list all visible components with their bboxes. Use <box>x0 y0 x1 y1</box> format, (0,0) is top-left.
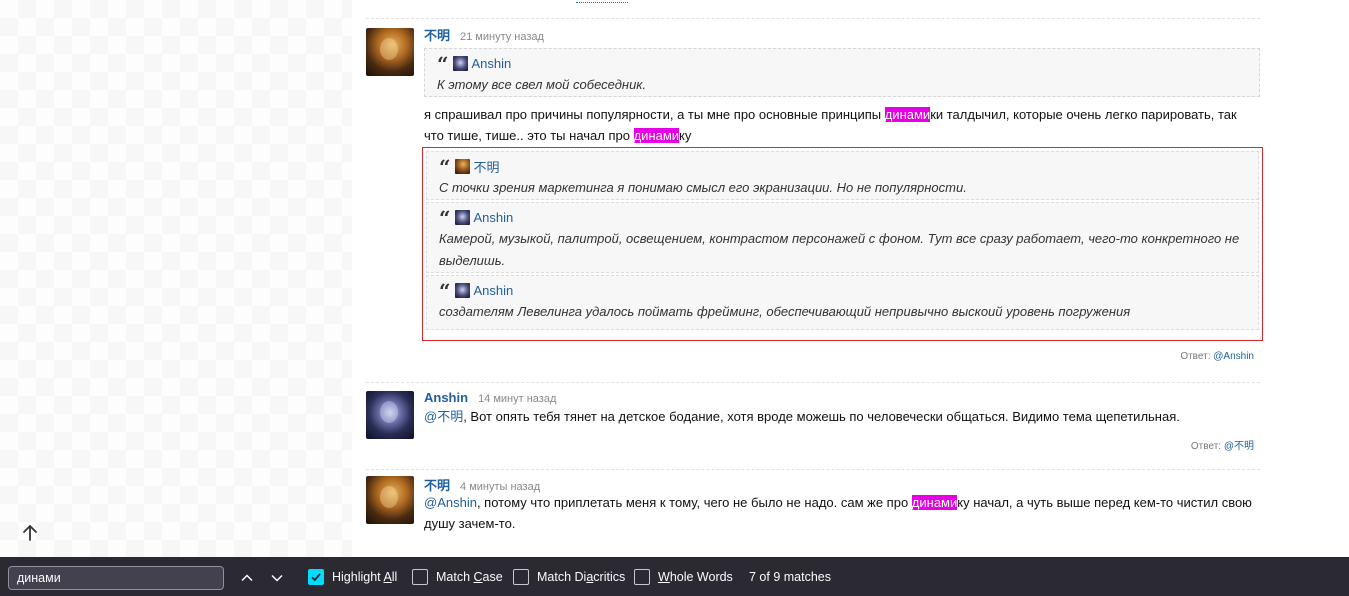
comment-text: я спрашивал про причины популярности, а … <box>424 107 885 122</box>
highlight-all-checkbox[interactable] <box>308 569 324 585</box>
mention-link[interactable]: @不明 <box>424 409 463 424</box>
mention-link[interactable]: @Anshin <box>424 495 477 510</box>
match-diacritics-option[interactable]: Match Diacritics <box>513 568 625 586</box>
quote-text: создателям Левелинга удалось поймать фре… <box>439 304 1131 319</box>
quote-avatar <box>454 158 470 174</box>
whole-words-checkbox[interactable] <box>634 569 650 585</box>
avatar[interactable] <box>366 476 414 524</box>
comment-text: ку <box>679 128 692 143</box>
comment-divider <box>366 382 1260 383</box>
quote-avatar <box>454 209 470 225</box>
find-highlight: динами <box>911 495 958 510</box>
highlight-all-option[interactable]: Highlight All <box>308 568 397 586</box>
comment-divider <box>366 18 1260 19</box>
comment-body: я спрашивал про причины популярности, а … <box>424 104 1260 146</box>
quote-group: “ 不明 С точки зрения маркетинга я понимаю… <box>422 147 1263 341</box>
comment-body: @不明, Вот опять тебя тянет на детское бод… <box>424 406 1260 427</box>
comment-divider <box>366 469 1260 470</box>
match-case-label: Match Case <box>436 570 503 584</box>
match-case-checkbox[interactable] <box>412 569 428 585</box>
quote-text: К этому все свел мой собеседник. <box>437 77 647 92</box>
comment-author[interactable]: Anshin <box>424 390 468 405</box>
quote-mark-icon: “ <box>437 52 449 76</box>
quote-block: “ Anshin Камерой, музыкой, палитрой, осв… <box>426 202 1259 273</box>
quote-author[interactable]: Anshin <box>474 210 514 225</box>
highlight-all-label: Highlight All <box>332 570 398 584</box>
checkmark-icon <box>311 573 321 582</box>
comment-author[interactable]: 不明 <box>424 25 450 44</box>
find-bar: Highlight All Match Case Match Diacritic… <box>0 557 1349 596</box>
quote-block: “ Anshin К этому все свел мой собеседник… <box>424 48 1260 97</box>
quote-text: Камерой, музыкой, палитрой, освещением, … <box>439 231 1240 268</box>
quote-mark-icon: “ <box>439 155 451 179</box>
find-previous-button[interactable] <box>237 568 257 588</box>
quote-block: “ Anshin создателям Левелинга удалось по… <box>426 275 1259 330</box>
quote-author[interactable]: Anshin <box>474 283 514 298</box>
comment-body: @Anshin, потому что приплетать меня к то… <box>424 492 1260 534</box>
quote-author[interactable]: Anshin <box>472 56 512 71</box>
reply-label: Ответ: <box>1180 351 1211 362</box>
comment-text: , Вот опять тебя тянет на детское бодани… <box>463 409 1180 424</box>
quote-author[interactable]: 不明 <box>474 157 500 176</box>
comment-text: , потому что приплетать меня к тому, чег… <box>476 495 912 510</box>
comment-time: 14 минут назад <box>478 393 557 405</box>
match-diacritics-checkbox[interactable] <box>513 569 529 585</box>
match-count: 7 of 9 matches <box>749 570 831 584</box>
chevron-up-icon <box>241 574 253 582</box>
avatar[interactable] <box>366 28 414 76</box>
comment-time: 21 минуту назад <box>460 31 544 43</box>
arrow-up-icon <box>23 525 37 541</box>
find-highlight: динами <box>633 128 680 143</box>
previous-comment-link-fragment <box>576 0 628 3</box>
comment-meta: 不明 21 минуту назад <box>424 25 544 44</box>
reply-link[interactable]: @Anshin <box>1213 351 1254 362</box>
whole-words-label: Whole Words <box>658 570 733 584</box>
match-diacritics-label: Match Diacritics <box>537 570 626 584</box>
reply-to: Ответ: @不明 <box>1191 437 1254 452</box>
avatar[interactable] <box>366 391 414 439</box>
quote-block: “ 不明 С точки зрения маркетинга я понимаю… <box>426 151 1259 200</box>
reply-link[interactable]: @不明 <box>1224 441 1254 452</box>
comment-meta: 不明 4 минуты назад <box>424 475 540 493</box>
page-background <box>0 0 352 557</box>
match-case-option[interactable]: Match Case <box>412 568 503 586</box>
reply-to: Ответ: @Anshin <box>1180 351 1254 362</box>
find-input[interactable] <box>8 566 224 590</box>
chevron-down-icon <box>271 574 283 582</box>
comment-meta: Anshin 14 минут назад <box>424 390 556 406</box>
reply-label: Ответ: <box>1190 441 1222 452</box>
find-next-button[interactable] <box>267 568 287 588</box>
quote-avatar <box>454 282 470 298</box>
quote-mark-icon: “ <box>439 279 451 303</box>
quote-mark-icon: “ <box>439 206 451 230</box>
quote-avatar <box>452 55 468 71</box>
find-highlight: динами <box>884 107 931 122</box>
scroll-to-top-button[interactable] <box>18 521 42 545</box>
whole-words-option[interactable]: Whole Words <box>634 568 733 586</box>
quote-text: С точки зрения маркетинга я понимаю смыс… <box>439 180 967 195</box>
